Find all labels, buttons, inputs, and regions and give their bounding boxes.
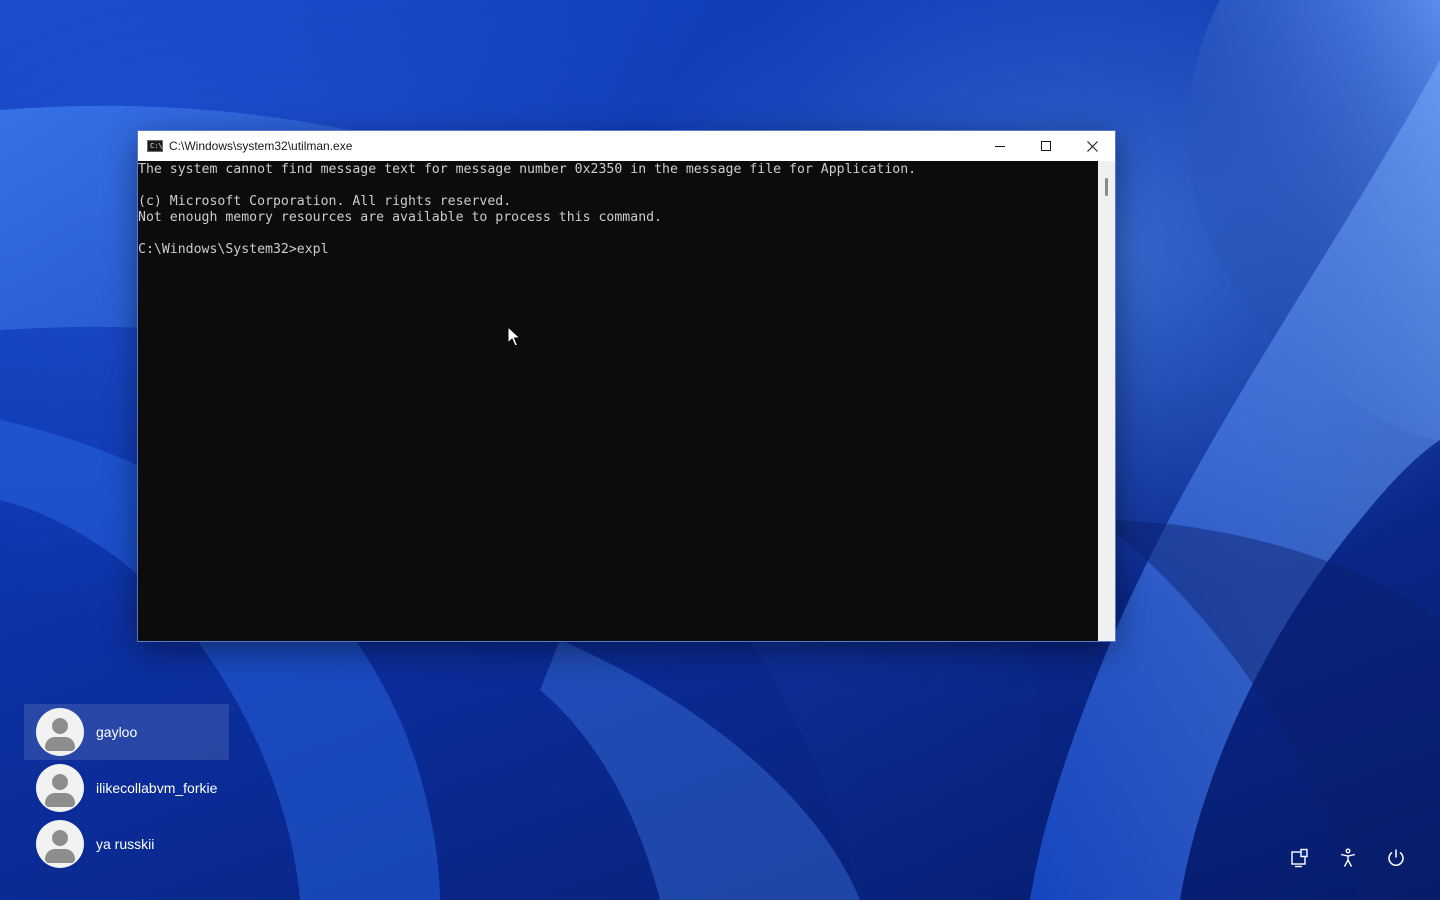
avatar (36, 708, 84, 756)
maximize-icon (1041, 141, 1051, 151)
user-tile-ilikecollabvm_forkie[interactable]: ilikecollabvm_forkie (24, 760, 229, 816)
avatar (36, 764, 84, 812)
minimize-button[interactable] (977, 131, 1023, 161)
cmd-icon-label: C:\ (150, 142, 163, 150)
console-window[interactable]: C:\ C:\Windows\system32\utilman.exe The … (138, 131, 1115, 641)
accessibility-button[interactable] (1332, 842, 1364, 874)
console-line: Not enough memory resources are availabl… (138, 210, 663, 225)
user-head-icon (52, 830, 68, 846)
caption-buttons (977, 131, 1115, 161)
console-line: (c) Microsoft Corporation. All rights re… (138, 194, 512, 209)
close-button[interactable] (1069, 131, 1115, 161)
console-scrollbar[interactable] (1098, 161, 1115, 641)
maximize-button[interactable] (1023, 131, 1069, 161)
console-output[interactable]: The system cannot find message text for … (138, 161, 1098, 641)
user-head-icon (52, 774, 68, 790)
user-name: ya russkii (96, 836, 155, 852)
user-name: ilikecollabvm_forkie (96, 780, 218, 796)
console-line: The system cannot find message text for … (138, 162, 917, 177)
user-name: gayloo (96, 724, 138, 740)
minimize-icon (995, 146, 1005, 147)
mouse-cursor-icon (507, 326, 521, 347)
console-prompt[interactable]: C:\Windows\System32>expl (138, 242, 329, 257)
close-icon (1086, 140, 1098, 152)
power-button[interactable] (1380, 842, 1412, 874)
network-icon (1291, 848, 1308, 868)
user-tile-ya-russkii[interactable]: ya russkii (24, 816, 229, 872)
user-body-icon (45, 849, 75, 863)
network-button[interactable] (1284, 842, 1316, 874)
user-head-icon (52, 718, 68, 734)
user-body-icon (45, 793, 75, 807)
user-body-icon (45, 737, 75, 751)
power-icon (1388, 849, 1404, 866)
user-tile-gayloo[interactable]: gayloo (24, 704, 229, 760)
window-titlebar[interactable]: C:\ C:\Windows\system32\utilman.exe (138, 131, 1115, 161)
window-title: C:\Windows\system32\utilman.exe (169, 139, 353, 153)
scroll-thumb[interactable] (1105, 178, 1108, 196)
cmd-icon: C:\ (147, 140, 163, 152)
accessibility-icon (1340, 848, 1356, 867)
avatar (36, 820, 84, 868)
